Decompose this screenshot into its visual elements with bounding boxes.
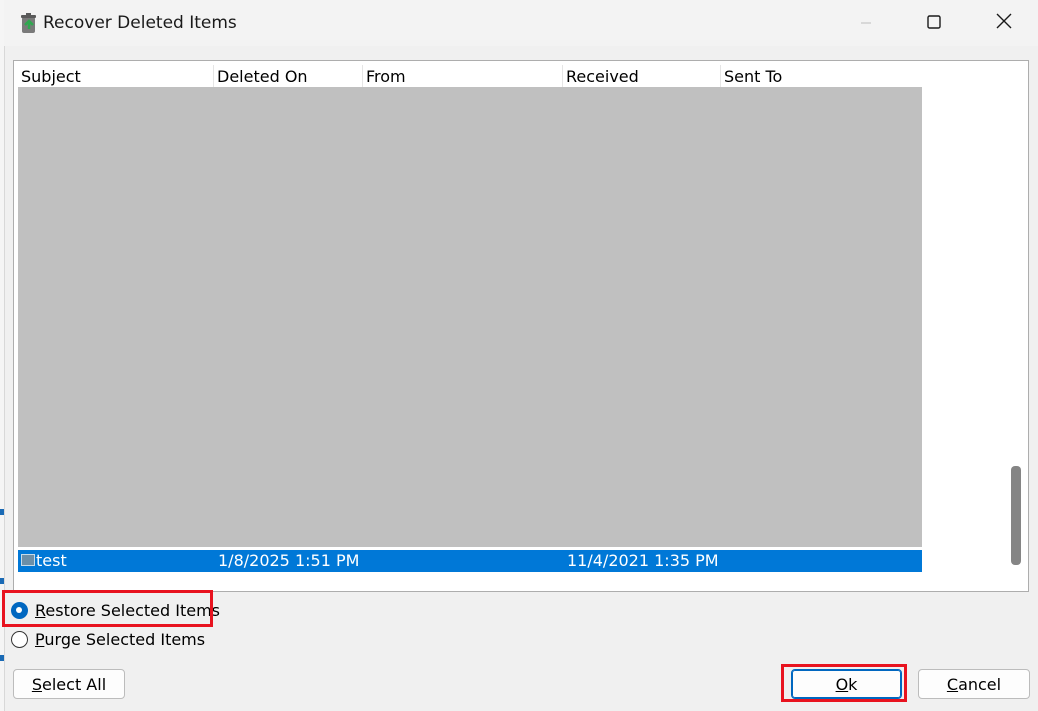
title-bar[interactable]: Recover Deleted Items bbox=[4, 0, 1038, 46]
column-header-from[interactable]: From bbox=[363, 65, 563, 87]
restore-label: Restore Selected Items bbox=[35, 601, 221, 620]
maximize-button[interactable] bbox=[900, 0, 968, 46]
restore-selected-option[interactable]: Restore Selected Items bbox=[11, 601, 220, 620]
list-header: Subject Deleted On From Received Sent To bbox=[18, 65, 922, 87]
close-icon bbox=[996, 13, 1012, 33]
cell-received: 11/4/2021 1:35 PM bbox=[567, 551, 719, 570]
deleted-items-list[interactable]: Subject Deleted On From Received Sent To… bbox=[13, 60, 1029, 592]
column-header-sent-to[interactable]: Sent To bbox=[721, 65, 922, 87]
purge-selected-option[interactable]: Purge Selected Items bbox=[11, 630, 205, 649]
column-header-deleted-on[interactable]: Deleted On bbox=[214, 65, 363, 87]
column-header-received[interactable]: Received bbox=[563, 65, 721, 87]
list-empty-area bbox=[18, 87, 922, 547]
purge-radio[interactable] bbox=[11, 631, 28, 648]
scrollbar-thumb[interactable] bbox=[1011, 466, 1021, 565]
background-app-mark bbox=[0, 578, 4, 584]
maximize-icon bbox=[927, 14, 941, 33]
list-item[interactable]: test 1/8/2025 1:51 PM 11/4/2021 1:35 PM bbox=[18, 550, 922, 572]
background-app-edge bbox=[0, 0, 5, 711]
close-button[interactable] bbox=[970, 0, 1038, 46]
purge-label: Purge Selected Items bbox=[35, 630, 206, 649]
recycle-bin-icon bbox=[17, 11, 41, 35]
cell-subject: test bbox=[36, 551, 67, 570]
minimize-icon bbox=[860, 14, 872, 33]
vertical-scrollbar[interactable] bbox=[1004, 61, 1028, 591]
cancel-button[interactable]: Cancel bbox=[918, 669, 1030, 699]
message-icon bbox=[21, 554, 35, 566]
cell-deleted-on: 1/8/2025 1:51 PM bbox=[218, 551, 360, 570]
ok-button[interactable]: Ok bbox=[791, 669, 902, 699]
minimize-button[interactable] bbox=[832, 0, 900, 46]
column-header-subject[interactable]: Subject bbox=[18, 65, 214, 87]
restore-radio[interactable] bbox=[11, 602, 28, 619]
window-title: Recover Deleted Items bbox=[43, 13, 237, 33]
background-app-mark bbox=[0, 655, 4, 661]
background-app-mark bbox=[0, 509, 4, 515]
select-all-button[interactable]: Select All bbox=[13, 669, 125, 699]
